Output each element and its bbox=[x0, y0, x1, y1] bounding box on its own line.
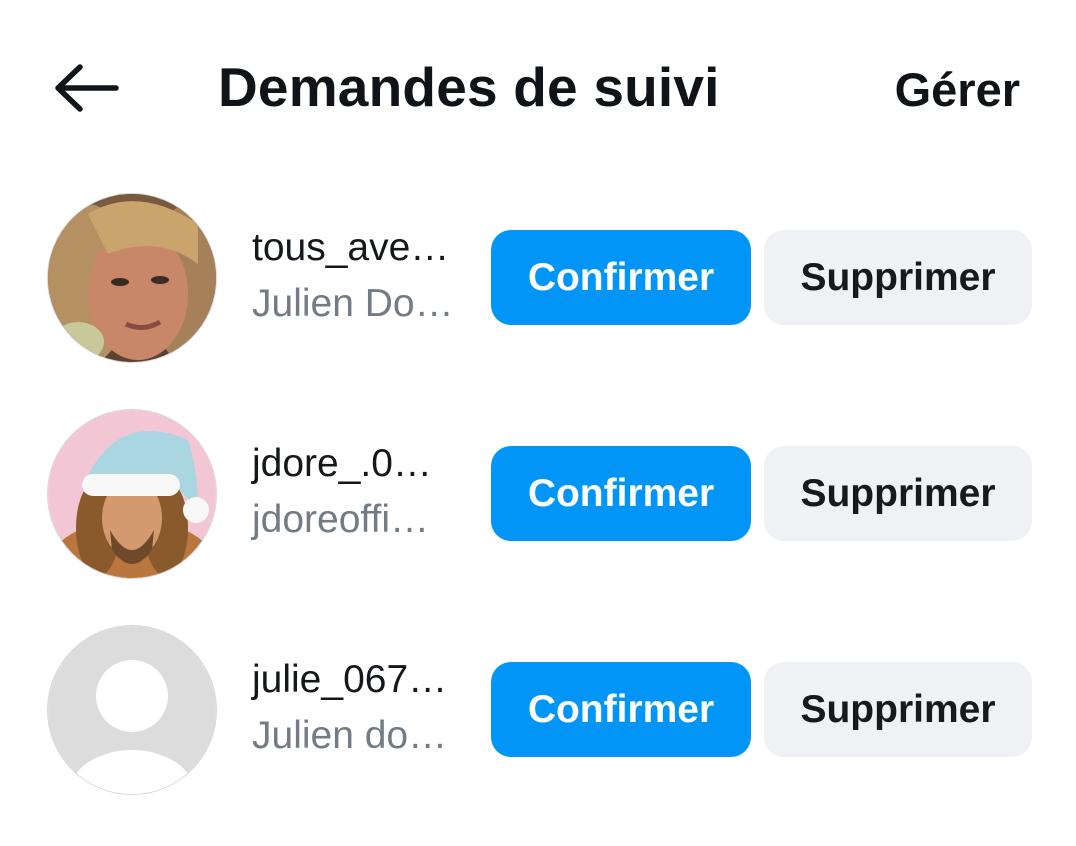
user-info[interactable]: tous_ave… Julien Do… bbox=[252, 220, 462, 332]
avatar-photo bbox=[48, 410, 216, 578]
arrow-left-icon bbox=[50, 63, 120, 118]
confirm-button[interactable]: Confirmer bbox=[491, 446, 751, 541]
delete-button[interactable]: Supprimer bbox=[764, 230, 1032, 325]
username: tous_ave… bbox=[252, 226, 450, 269]
request-row: julie_067… Julien do… Confirmer Supprime… bbox=[0, 622, 1076, 838]
avatar-photo bbox=[48, 194, 216, 362]
user-info[interactable]: jdore_.0… jdoreoffi… bbox=[252, 436, 462, 548]
avatar[interactable] bbox=[48, 410, 216, 578]
request-list: tous_ave… Julien Do… Confirmer Supprimer bbox=[0, 190, 1076, 838]
full-name: Julien Do… bbox=[252, 282, 454, 325]
request-row: tous_ave… Julien Do… Confirmer Supprimer bbox=[0, 190, 1076, 406]
delete-button[interactable]: Supprimer bbox=[764, 662, 1032, 757]
full-name: jdoreoffi… bbox=[252, 498, 430, 541]
avatar[interactable] bbox=[48, 626, 216, 794]
username: jdore_.0… bbox=[252, 442, 432, 485]
back-button[interactable] bbox=[40, 55, 130, 125]
top-bar: Demandes de suivi Gérer bbox=[0, 0, 1076, 170]
delete-button[interactable]: Supprimer bbox=[764, 446, 1032, 541]
confirm-button[interactable]: Confirmer bbox=[491, 230, 751, 325]
confirm-button[interactable]: Confirmer bbox=[491, 662, 751, 757]
avatar[interactable] bbox=[48, 194, 216, 362]
user-info[interactable]: julie_067… Julien do… bbox=[252, 652, 462, 764]
username: julie_067… bbox=[252, 658, 448, 701]
full-name: Julien do… bbox=[252, 714, 448, 757]
default-avatar-icon bbox=[48, 626, 216, 794]
page-title: Demandes de suivi bbox=[218, 56, 720, 118]
request-row: jdore_.0… jdoreoffi… Confirmer Supprimer bbox=[0, 406, 1076, 622]
manage-button[interactable]: Gérer bbox=[895, 58, 1020, 122]
follow-requests-screen: Demandes de suivi Gérer tous_ave… Julien… bbox=[0, 0, 1076, 846]
